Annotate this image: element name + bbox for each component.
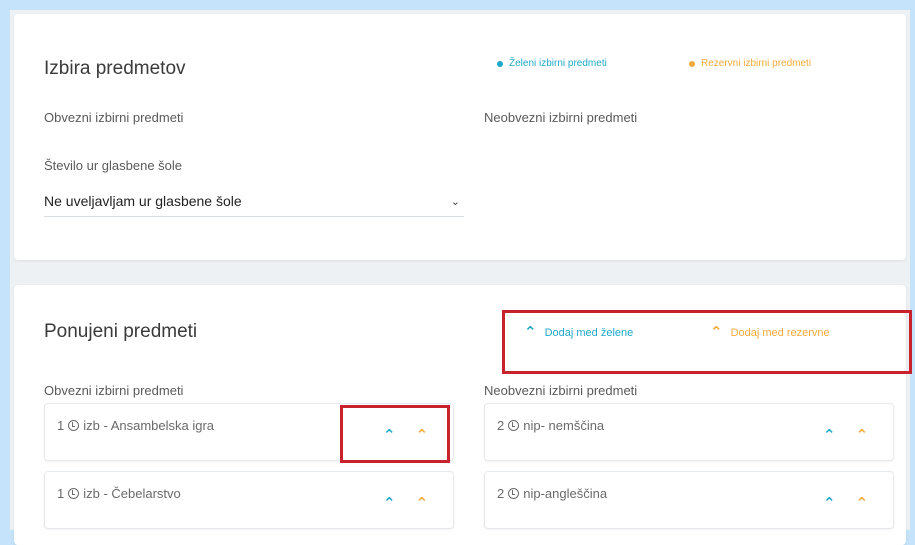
- selection-card: Izbira predmetov Želeni izbirni predmeti…: [14, 14, 906, 260]
- item-hours: 1: [57, 486, 65, 501]
- selected-optional-label: Neobvezni izbirni predmeti: [484, 110, 638, 125]
- item-hours: 2: [497, 418, 505, 433]
- highlight-legend-box: [502, 310, 912, 374]
- clock-icon: [68, 488, 80, 499]
- clock-icon: [508, 488, 520, 499]
- list-item: 2 nip-angleščina ⌃ ⌃: [484, 471, 894, 529]
- chevron-down-icon: ⌄: [450, 195, 460, 208]
- offered-mandatory-label: Obvezni izbirni predmeti: [44, 383, 184, 398]
- music-hours-select[interactable]: Ne uveljavljam ur glasbene šole ⌄: [44, 186, 464, 217]
- item-hours: 2: [497, 486, 505, 501]
- highlight-buttons-box: [340, 405, 450, 463]
- offered-optional-label: Neobvezni izbirni predmeti: [484, 383, 638, 398]
- orange-dot-icon: [689, 60, 695, 67]
- green-dot-icon: [497, 60, 503, 67]
- add-to-reserve-button[interactable]: ⌃: [856, 428, 869, 443]
- selected-mandatory-label: Obvezni izbirni predmeti: [44, 110, 184, 125]
- legend-orange-label: Rezervni izbirni predmeti: [701, 58, 812, 69]
- list-item: 2 nip- nemščina ⌃ ⌃: [484, 403, 894, 461]
- add-to-reserve-button[interactable]: ⌃: [856, 496, 869, 511]
- item-name: izb - Čebelarstvo: [83, 486, 181, 501]
- legend-green: Želeni izbirni predmeti: [497, 58, 607, 69]
- item-hours: 1: [57, 418, 65, 433]
- legend-orange: Rezervni izbirni predmeti: [689, 58, 811, 69]
- legend-green-label: Želeni izbirni predmeti: [509, 58, 607, 69]
- add-to-wanted-button[interactable]: ⌃: [383, 496, 396, 511]
- clock-icon: [68, 420, 80, 431]
- selection-title: Izbira predmetov: [44, 58, 186, 79]
- list-item: 1 izb - Čebelarstvo ⌃ ⌃: [44, 471, 454, 529]
- add-to-wanted-button[interactable]: ⌃: [823, 428, 836, 443]
- add-to-reserve-button[interactable]: ⌃: [416, 496, 429, 511]
- clock-icon: [508, 420, 520, 431]
- music-hours-value: Ne uveljavljam ur glasbene šole: [44, 193, 242, 209]
- item-name: nip- nemščina: [523, 418, 605, 433]
- offered-title: Ponujeni predmeti: [44, 321, 198, 342]
- music-hours-label: Število ur glasbene šole: [44, 158, 183, 173]
- add-to-wanted-button[interactable]: ⌃: [823, 496, 836, 511]
- item-name: izb - Ansambelska igra: [83, 418, 215, 433]
- item-name: nip-angleščina: [523, 486, 608, 501]
